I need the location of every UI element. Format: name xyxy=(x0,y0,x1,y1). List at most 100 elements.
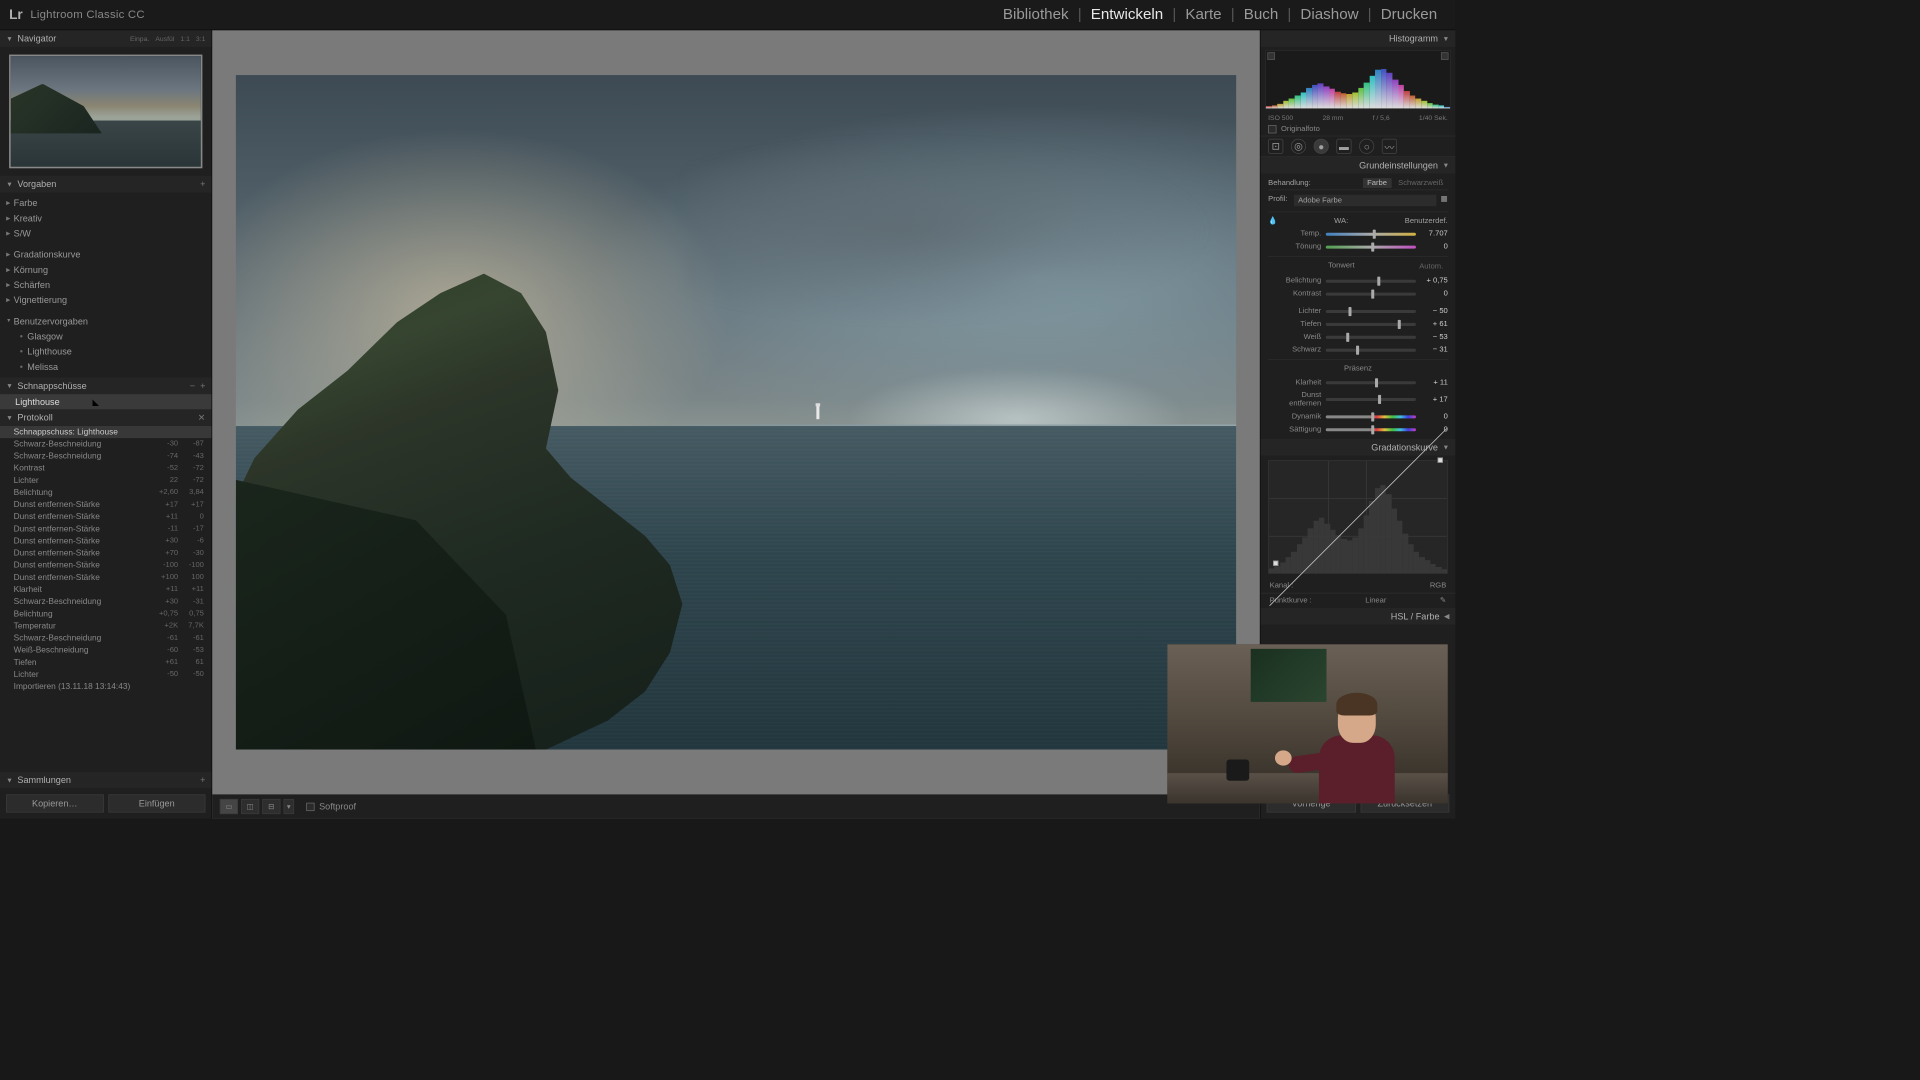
before-after-tb-icon[interactable]: ⊟ xyxy=(262,799,280,814)
tone-curve[interactable] xyxy=(1268,460,1448,574)
channel-select[interactable]: RGB xyxy=(1430,581,1446,589)
preset-folder[interactable]: Gradationskurve xyxy=(0,247,211,262)
module-slideshow[interactable]: Diashow xyxy=(1291,6,1367,23)
history-header[interactable]: ▼Protokoll✕ xyxy=(0,409,211,426)
wb-select[interactable]: Benutzerdef. xyxy=(1405,217,1448,225)
shadow-clip-icon[interactable] xyxy=(1267,52,1275,60)
loupe-view-icon[interactable]: ▭ xyxy=(220,799,238,814)
navigator-header[interactable]: ▼Navigator Einpa. Ausfül 1:1 3:1 xyxy=(0,30,211,47)
history-list: Schnappschuss: LighthouseSchwarz-Beschne… xyxy=(0,426,211,772)
history-row[interactable]: Importieren (13.11.18 13:14:43) xyxy=(0,681,211,693)
contrast-slider[interactable] xyxy=(1326,292,1416,295)
spot-tool-icon[interactable]: ◎ xyxy=(1291,139,1306,154)
auto-tone[interactable]: Autom. xyxy=(1415,262,1448,272)
history-row[interactable]: Temperatur+2K7,7K xyxy=(0,620,211,632)
local-tools: ⊡ ◎ ● ▬ ○ 〰 xyxy=(1261,136,1456,157)
hsl-header[interactable]: HSL / Farbe◀ xyxy=(1261,608,1456,625)
history-row[interactable]: Dunst entfernen-Stärke+30-6 xyxy=(0,535,211,547)
presets-header[interactable]: ▼Vorgaben+ xyxy=(0,176,211,193)
snapshots-header[interactable]: ▼Schnappschüsse− + xyxy=(0,377,211,394)
crop-tool-icon[interactable]: ⊡ xyxy=(1268,139,1283,154)
history-row[interactable]: Klarheit+11+11 xyxy=(0,584,211,596)
highlight-clip-icon[interactable] xyxy=(1441,52,1449,60)
copy-button[interactable]: Kopieren… xyxy=(6,794,103,812)
softproof-toggle[interactable]: Softproof xyxy=(306,801,356,812)
histogram-display[interactable] xyxy=(1265,50,1451,109)
history-row[interactable]: Schwarz-Beschneidung-30-87 xyxy=(0,438,211,450)
clarity-slider[interactable] xyxy=(1326,381,1416,384)
blacks-slider[interactable] xyxy=(1326,348,1416,351)
histogram-header[interactable]: Histogramm▼ xyxy=(1261,30,1456,47)
vibrance-slider[interactable] xyxy=(1326,415,1416,418)
wb-picker-icon[interactable]: 💧 xyxy=(1268,217,1277,225)
highlights-slider[interactable] xyxy=(1326,310,1416,313)
profile-grid-icon[interactable]: ▦ xyxy=(1441,195,1448,206)
history-row[interactable]: Dunst entfernen-Stärke+70-30 xyxy=(0,547,211,559)
exif-info: ISO 500 28 mm f / 5,6 1/40 Sek. xyxy=(1261,112,1456,123)
cursor-icon: ◣ xyxy=(92,397,98,407)
history-row[interactable]: Dunst entfernen-Stärke+17+17 xyxy=(0,499,211,511)
user-presets-folder[interactable]: Benutzervorgaben xyxy=(0,314,211,329)
preset-folder[interactable]: Schärfen xyxy=(0,277,211,292)
history-row[interactable]: Dunst entfernen-Stärke+110 xyxy=(0,511,211,523)
main-photo[interactable] xyxy=(236,75,1237,750)
module-library[interactable]: Bibliothek xyxy=(994,6,1078,23)
whites-slider[interactable] xyxy=(1326,335,1416,338)
history-row[interactable]: Dunst entfernen-Stärke-100-100 xyxy=(0,559,211,571)
view-dropdown-icon[interactable]: ▾ xyxy=(283,799,294,814)
original-toggle[interactable]: Originalfoto xyxy=(1261,123,1456,136)
tint-slider[interactable] xyxy=(1326,245,1416,248)
exposure-slider[interactable] xyxy=(1326,279,1416,282)
user-preset[interactable]: Lighthouse xyxy=(0,344,211,359)
preset-folder[interactable]: Vignettierung xyxy=(0,293,211,308)
collections-header[interactable]: ▼Sammlungen+ xyxy=(0,772,211,789)
history-row[interactable]: Dunst entfernen-Stärke+100100 xyxy=(0,572,211,584)
preset-folder[interactable]: Kreativ xyxy=(0,211,211,226)
paste-button[interactable]: Einfügen xyxy=(108,794,205,812)
navigator-thumbnail[interactable] xyxy=(9,55,202,169)
presets-tree: Farbe Kreativ S/W Gradationskurve Körnun… xyxy=(0,193,211,378)
dehaze-slider[interactable] xyxy=(1326,398,1416,401)
treatment-bw[interactable]: Schwarzweiß xyxy=(1394,178,1448,188)
checkbox-icon[interactable] xyxy=(306,802,314,810)
module-book[interactable]: Buch xyxy=(1235,6,1288,23)
profile-select[interactable]: Adobe Farbe xyxy=(1294,195,1436,206)
preset-folder[interactable]: Farbe xyxy=(0,196,211,211)
brush-tool-icon[interactable]: 〰 xyxy=(1382,139,1397,154)
treatment-color[interactable]: Farbe xyxy=(1363,178,1392,188)
preset-folder[interactable]: S/W xyxy=(0,226,211,241)
basic-header[interactable]: Grundeinstellungen▼ xyxy=(1261,157,1456,174)
history-row[interactable]: Belichtung+2,603,84 xyxy=(0,487,211,499)
shadows-slider[interactable] xyxy=(1326,323,1416,326)
gradient-tool-icon[interactable]: ▬ xyxy=(1336,139,1351,154)
history-row[interactable]: Schwarz-Beschneidung-74-43 xyxy=(0,450,211,462)
radial-tool-icon[interactable]: ○ xyxy=(1359,139,1374,154)
history-row[interactable]: Lichter-50-50 xyxy=(0,669,211,681)
pointcurve-select[interactable]: Linear xyxy=(1365,597,1386,605)
history-row[interactable]: Kontrast-52-72 xyxy=(0,462,211,474)
module-map[interactable]: Karte xyxy=(1176,6,1230,23)
redeye-tool-icon[interactable]: ● xyxy=(1314,139,1329,154)
curve-edit-icon[interactable]: ✎ xyxy=(1440,597,1446,605)
user-preset[interactable]: Glasgow xyxy=(0,329,211,344)
left-panel: ▼Navigator Einpa. Ausfül 1:1 3:1 ▼Vorgab… xyxy=(0,30,212,818)
history-row[interactable]: Belichtung+0,750,75 xyxy=(0,608,211,620)
history-row[interactable]: Tiefen+6161 xyxy=(0,656,211,668)
module-picker: Bibliothek| Entwickeln| Karte| Buch| Dia… xyxy=(994,6,1446,23)
app-logo: Lr xyxy=(9,7,23,23)
history-row[interactable]: Schnappschuss: Lighthouse xyxy=(0,426,211,438)
snapshot-item[interactable]: Lighthouse ◣ xyxy=(0,394,211,409)
product-name: Lightroom Classic CC xyxy=(30,8,144,21)
saturation-slider[interactable] xyxy=(1326,428,1416,431)
module-develop[interactable]: Entwickeln xyxy=(1082,6,1173,23)
history-row[interactable]: Schwarz-Beschneidung-61-61 xyxy=(0,632,211,644)
history-row[interactable]: Lichter22-72 xyxy=(0,475,211,487)
history-row[interactable]: Schwarz-Beschneidung+30-31 xyxy=(0,596,211,608)
history-row[interactable]: Weiß-Beschneidung-60-53 xyxy=(0,644,211,656)
module-print[interactable]: Drucken xyxy=(1372,6,1447,23)
before-after-lr-icon[interactable]: ◫ xyxy=(241,799,259,814)
history-row[interactable]: Dunst entfernen-Stärke-11-17 xyxy=(0,523,211,535)
preset-folder[interactable]: Körnung xyxy=(0,262,211,277)
user-preset[interactable]: Melissa xyxy=(0,359,211,374)
temp-slider[interactable] xyxy=(1326,232,1416,235)
